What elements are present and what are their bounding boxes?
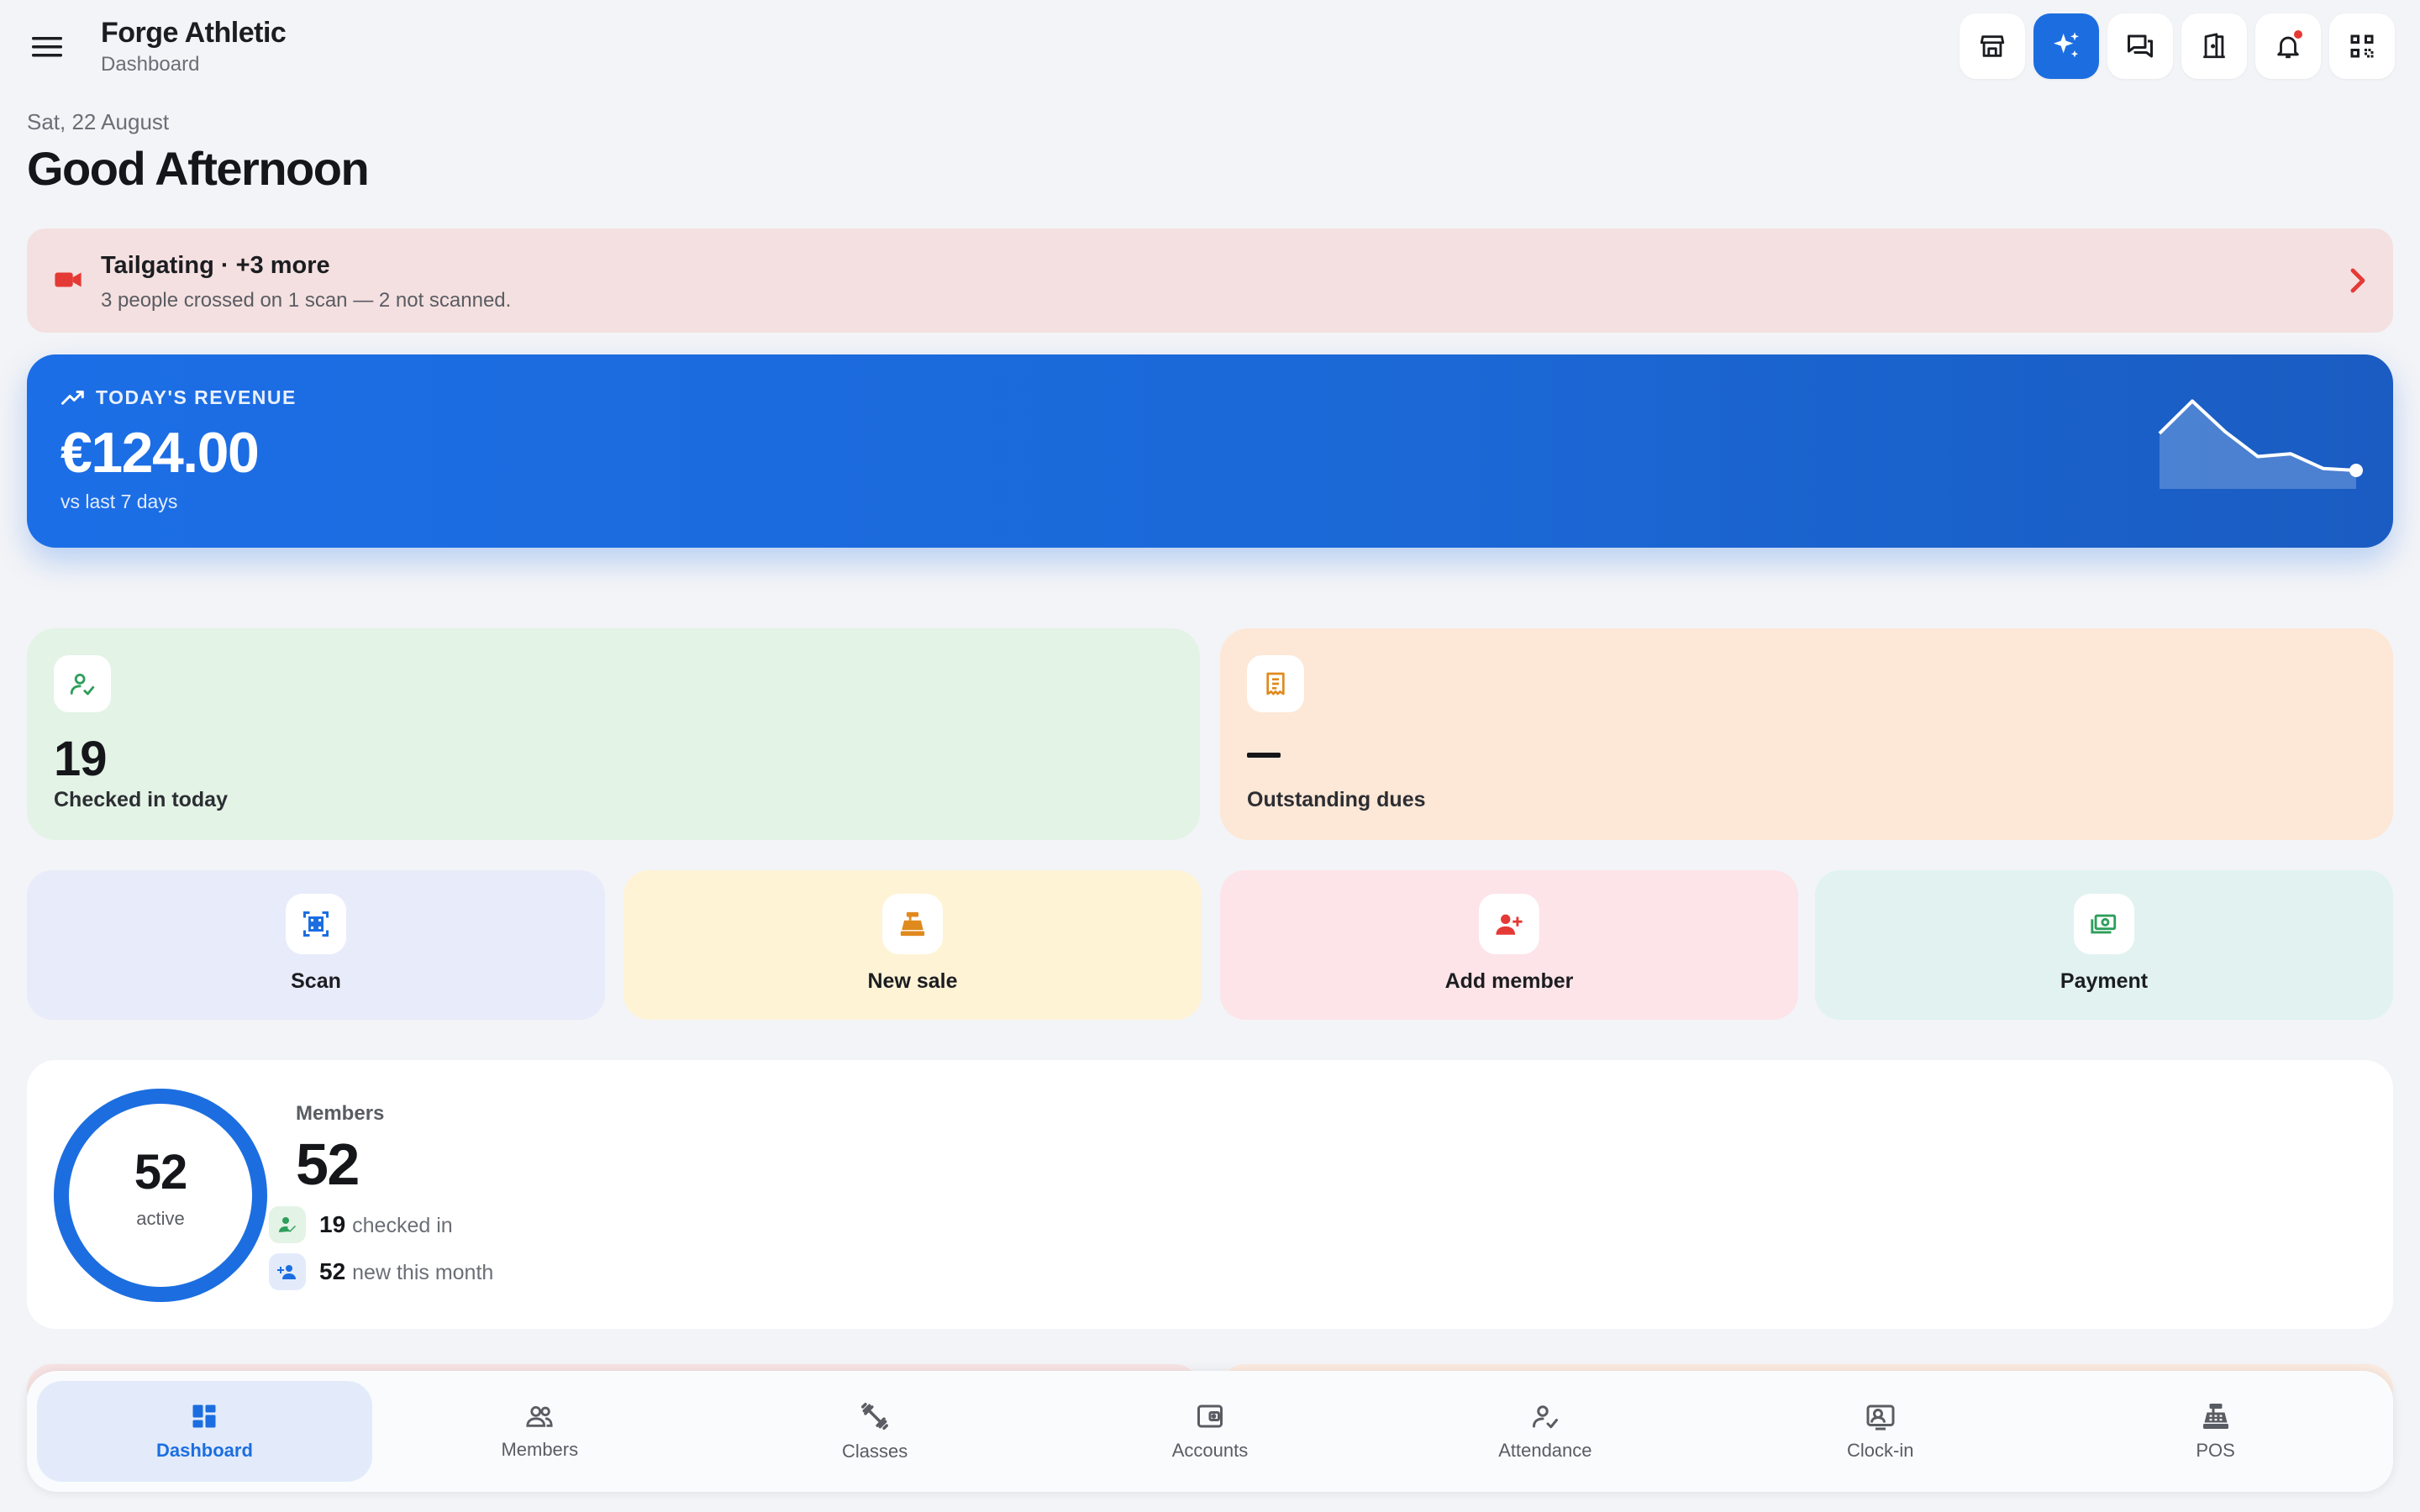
people-icon xyxy=(526,1405,553,1427)
tailgating-alert[interactable]: Tailgating · +3 more 3 people crossed on… xyxy=(27,228,2393,333)
brand: Forge Athletic Dashboard xyxy=(101,17,287,76)
chat-icon xyxy=(2128,34,2153,58)
stat-icon-wrap xyxy=(54,655,111,712)
revenue-card[interactable]: TODAY'S REVENUE €124.00 vs last 7 days xyxy=(27,354,2393,548)
door-access-button[interactable] xyxy=(2181,13,2247,79)
greeting-heading: Good Afternoon xyxy=(27,142,370,195)
badge-icon xyxy=(1866,1404,1895,1431)
storefront-icon xyxy=(1980,35,2005,57)
dumbbell-icon xyxy=(861,1403,889,1430)
trending-up-icon xyxy=(61,390,84,405)
nav-attendance-label: Attendance xyxy=(1498,1440,1592,1461)
nav-pos-label: POS xyxy=(2196,1440,2235,1461)
payment-button[interactable]: Payment xyxy=(1815,870,2393,1020)
members-checked-in-row: 19 checked in xyxy=(269,1206,453,1243)
top-bar: Forge Athletic Dashboard xyxy=(0,0,2420,92)
ai-assistant-button[interactable] xyxy=(2033,13,2099,79)
qr-code-button[interactable] xyxy=(2329,13,2395,79)
sparkles-icon xyxy=(2054,32,2079,58)
members-new-label: new this month xyxy=(352,1261,494,1284)
donut-label: active xyxy=(136,1208,185,1229)
page-subtitle: Dashboard xyxy=(101,53,200,76)
dashboard-icon xyxy=(192,1404,216,1428)
scan-label: Scan xyxy=(291,969,341,993)
revenue-label: TODAY'S REVENUE xyxy=(60,386,297,409)
nav-accounts-label: Accounts xyxy=(1171,1440,1249,1461)
nav-classes-label: Classes xyxy=(842,1441,908,1462)
qa-icon-wrap xyxy=(882,894,943,954)
nav-members-label: Members xyxy=(501,1439,579,1460)
sparkline-area xyxy=(2160,401,2356,489)
notification-badge xyxy=(2292,29,2304,40)
checked-in-label: Checked in today xyxy=(54,788,228,811)
members-total: 52 xyxy=(296,1131,360,1197)
qr-code-icon xyxy=(2350,34,2374,58)
sparkline-end-point xyxy=(2349,464,2363,477)
checked-in-value: 19 xyxy=(54,732,108,786)
donut-value: 52 xyxy=(134,1145,188,1200)
payment-label: Payment xyxy=(2060,969,2149,993)
alert-title-text: Tailgating xyxy=(101,252,214,279)
members-checked-in-label: checked in xyxy=(352,1214,453,1237)
nav-clock-in[interactable]: Clock-in xyxy=(1712,1381,2048,1482)
qr-scan-icon xyxy=(303,911,329,937)
menu-button[interactable] xyxy=(24,25,71,69)
door-icon xyxy=(2203,33,2225,59)
nav-clock-in-label: Clock-in xyxy=(1846,1440,1914,1461)
add-member-label: Add member xyxy=(1444,969,1574,993)
nav-dashboard[interactable]: Dashboard xyxy=(37,1381,372,1482)
cash-register-icon xyxy=(900,911,925,937)
alert-description: 3 people crossed on 1 scan — 2 not scann… xyxy=(101,289,512,312)
revenue-comparison: vs last 7 days xyxy=(60,491,178,512)
checked-in-card[interactable]: 19 Checked in today xyxy=(27,628,1200,840)
alert-more-count: · +3 more xyxy=(213,252,330,279)
bottom-navigation: Dashboard Members Classes Accounts Atten… xyxy=(27,1371,2393,1492)
qa-icon-wrap xyxy=(2074,894,2134,954)
revenue-value: €124.00 xyxy=(60,421,260,485)
wallet-icon xyxy=(1197,1404,1223,1428)
members-new-row: 52 new this month xyxy=(269,1253,493,1290)
notifications-button[interactable] xyxy=(2255,13,2321,79)
person-check-icon xyxy=(279,1217,296,1232)
app-title: Forge Athletic xyxy=(101,17,287,49)
person-check-icon xyxy=(70,673,95,696)
new-sale-button[interactable]: New sale xyxy=(623,870,1202,1020)
add-member-button[interactable]: Add member xyxy=(1220,870,1798,1020)
alert-title: Tailgating · +3 more xyxy=(101,252,330,280)
nav-attendance[interactable]: Attendance xyxy=(1377,1381,1712,1482)
video-camera-icon xyxy=(55,272,82,287)
qa-icon-wrap xyxy=(286,894,346,954)
current-date: Sat, 22 August xyxy=(27,109,170,134)
outstanding-dues-value: — xyxy=(1247,753,1281,758)
person-add-icon xyxy=(1496,914,1523,935)
top-actions xyxy=(1960,13,2395,79)
qa-icon-wrap xyxy=(1479,894,1539,954)
outstanding-dues-label: Outstanding dues xyxy=(1247,788,1426,811)
receipt-icon xyxy=(1266,672,1285,696)
hamburger-icon xyxy=(32,37,62,57)
payments-icon xyxy=(2091,914,2117,934)
members-checked-in-count: 19 xyxy=(319,1211,346,1237)
checked-in-icon-wrap xyxy=(269,1206,306,1243)
revenue-sparkline xyxy=(2158,399,2363,489)
members-title: Members xyxy=(296,1102,385,1125)
nav-classes[interactable]: Classes xyxy=(708,1381,1043,1482)
stat-icon-wrap xyxy=(1247,655,1304,712)
nav-pos[interactable]: POS xyxy=(2048,1381,2383,1482)
nav-accounts[interactable]: Accounts xyxy=(1043,1381,1378,1482)
person-check-icon xyxy=(1532,1405,1558,1429)
new-members-icon-wrap xyxy=(269,1253,306,1290)
cash-register-icon xyxy=(2202,1404,2228,1429)
outstanding-dues-card[interactable]: — Outstanding dues xyxy=(1220,628,2393,840)
members-new-count: 52 xyxy=(319,1258,346,1284)
storefront-button[interactable] xyxy=(1960,13,2025,79)
nav-dashboard-label: Dashboard xyxy=(155,1440,253,1461)
revenue-label-text: TODAY'S REVENUE xyxy=(96,386,297,408)
chevron-right-icon xyxy=(2350,268,2365,293)
group-add-icon xyxy=(277,1265,296,1279)
scan-button[interactable]: Scan xyxy=(27,870,605,1020)
messages-button[interactable] xyxy=(2107,13,2173,79)
nav-members[interactable]: Members xyxy=(372,1381,708,1482)
new-sale-label: New sale xyxy=(867,969,958,993)
